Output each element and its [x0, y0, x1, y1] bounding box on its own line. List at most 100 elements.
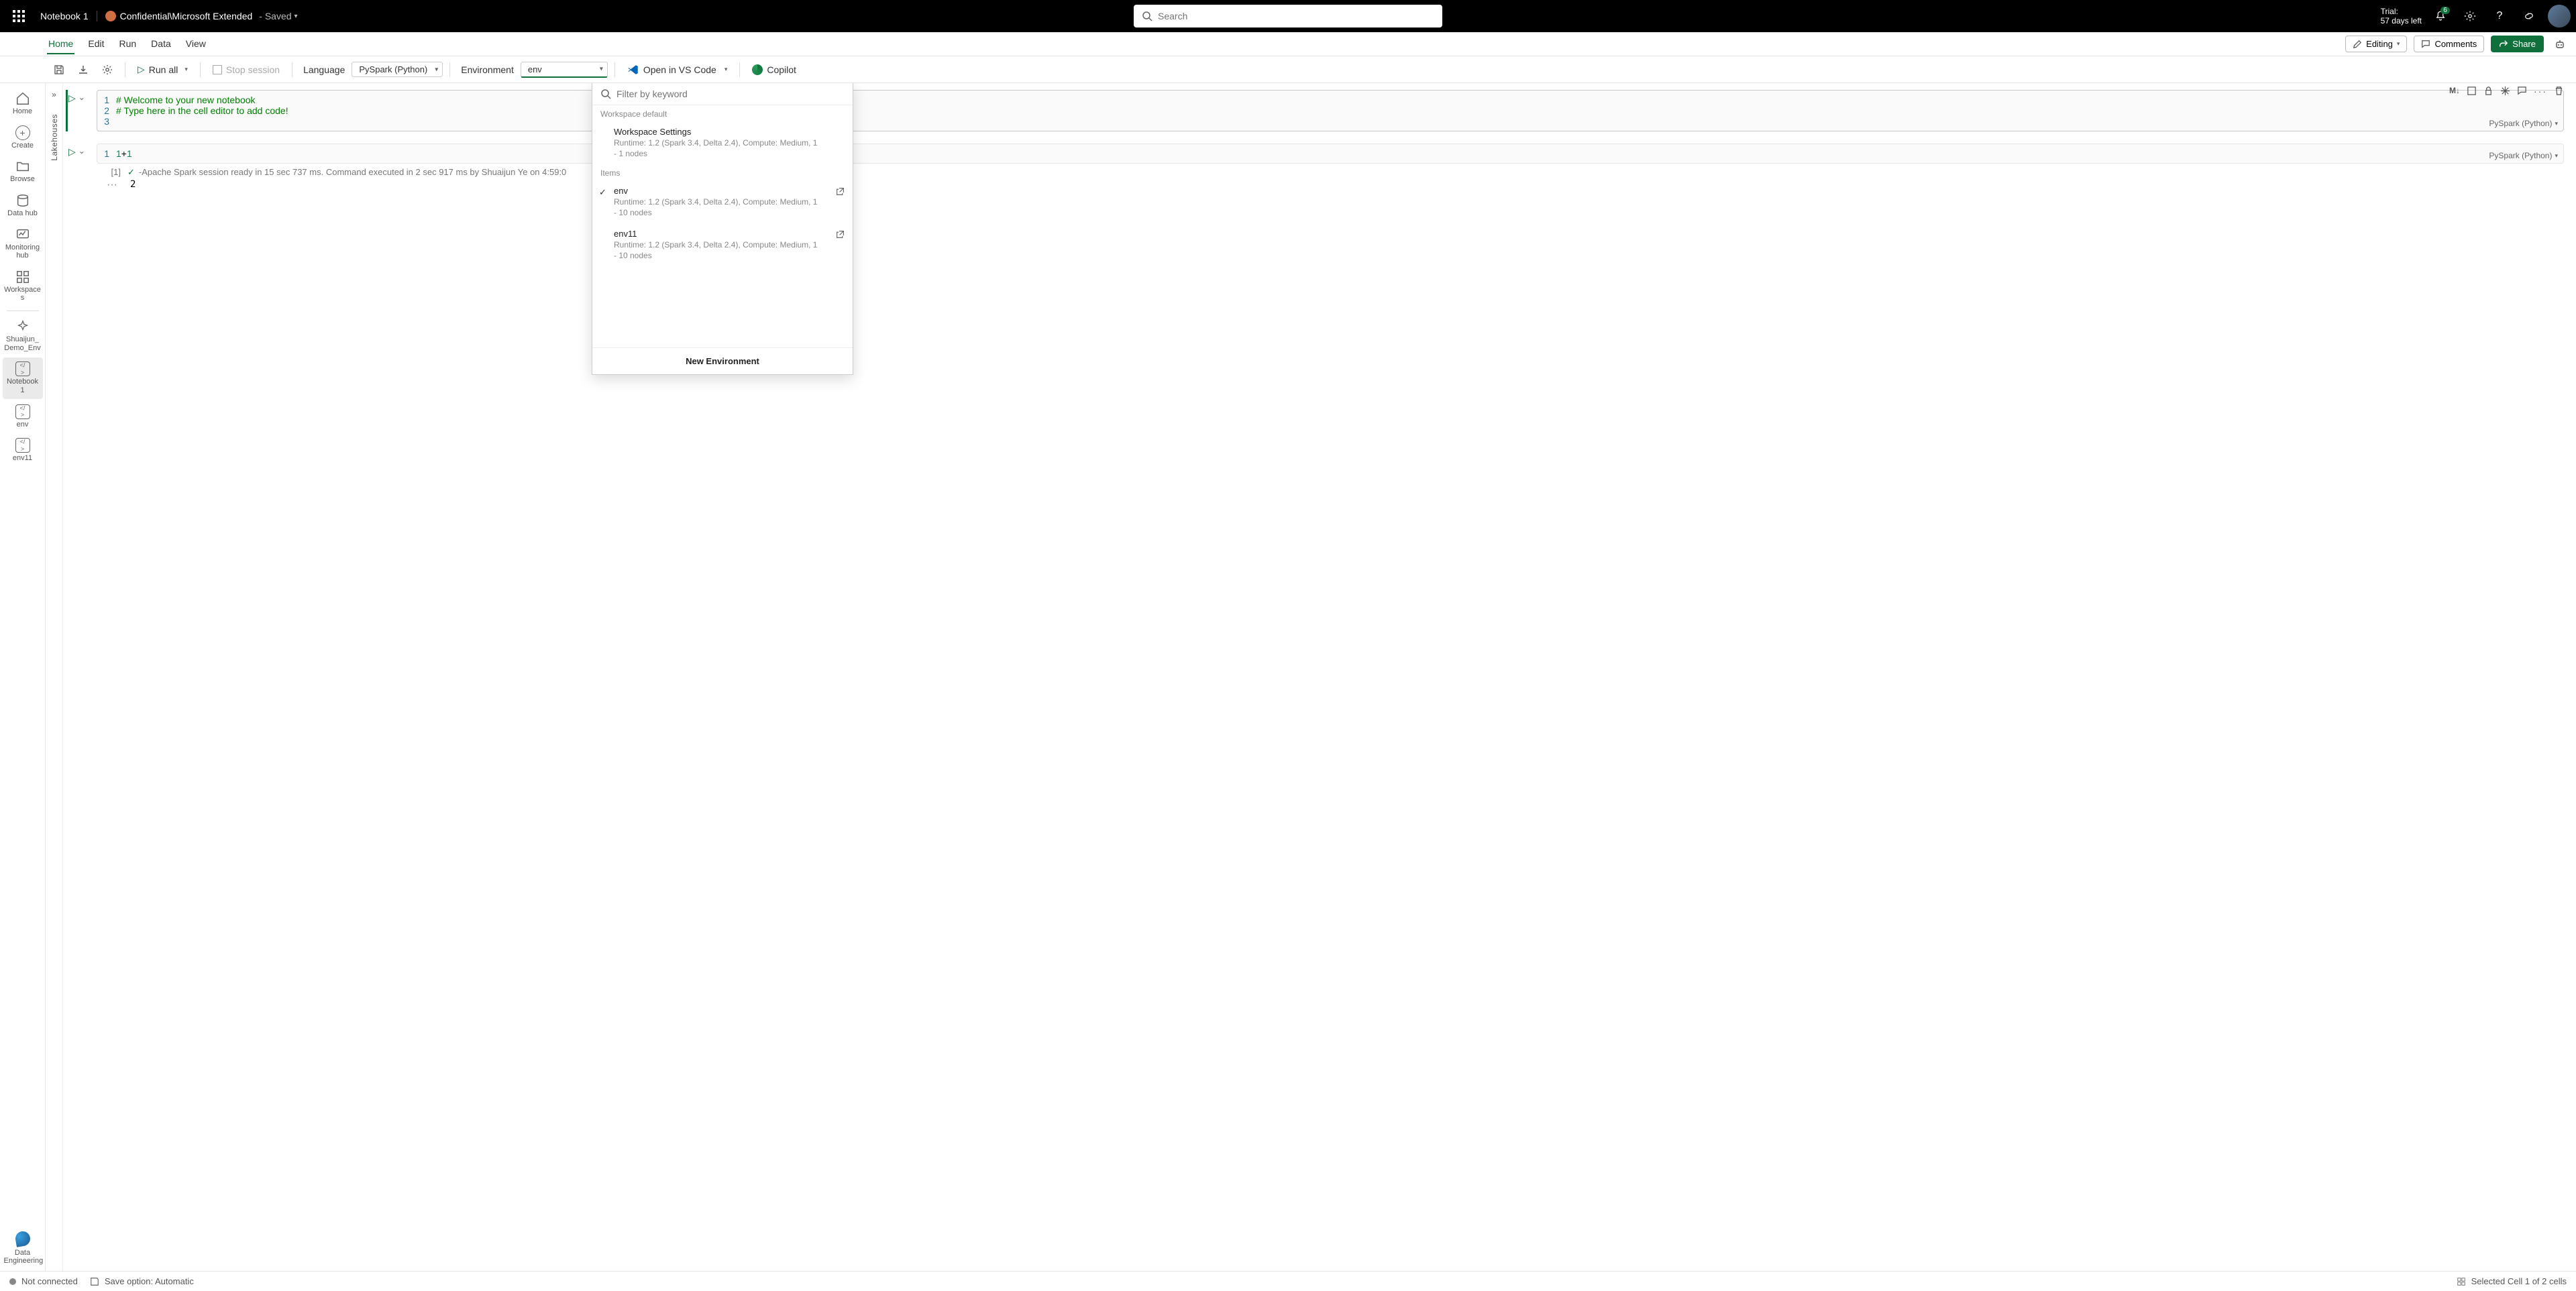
- feedback-button[interactable]: [2518, 5, 2540, 27]
- editing-mode-button[interactable]: Editing ▾: [2345, 36, 2407, 52]
- ribbon-tabs: Home Edit Run Data View: [47, 34, 207, 54]
- run-all-button[interactable]: ▷ Run all ▾: [132, 61, 193, 78]
- tab-run[interactable]: Run: [117, 34, 138, 54]
- cell-output: ··· 2: [97, 179, 2564, 191]
- search-input[interactable]: [1158, 11, 1434, 21]
- cell-editor[interactable]: 1# Welcome to your new notebook 2# Type …: [97, 90, 2564, 131]
- execution-count: [1]: [97, 167, 127, 178]
- app-launcher-button[interactable]: [5, 3, 32, 30]
- save-option-text: Save option: Automatic: [105, 1276, 194, 1286]
- copilot-button[interactable]: Copilot: [747, 62, 802, 78]
- language-label: Language: [303, 64, 345, 75]
- copilot-icon: [752, 64, 763, 75]
- waffle-icon: [13, 10, 25, 22]
- rail-browse[interactable]: Browse: [3, 155, 43, 188]
- cell-selection-info[interactable]: Selected Cell 1 of 2 cells: [2471, 1276, 2567, 1286]
- output-actions-button[interactable]: ···: [97, 179, 127, 191]
- connection-status[interactable]: Not connected: [9, 1276, 78, 1286]
- markdown-button[interactable]: M↓: [2449, 86, 2460, 97]
- rail-env11-label: env11: [13, 454, 32, 463]
- account-avatar[interactable]: [2548, 5, 2571, 27]
- editing-label: Editing: [2366, 39, 2393, 49]
- save-icon: [54, 64, 64, 75]
- cell-editor[interactable]: 11+1 PySpark (Python) ▾: [97, 144, 2564, 164]
- check-icon: ✓: [127, 167, 135, 178]
- new-environment-button[interactable]: New Environment: [592, 347, 853, 374]
- cell-language-selector[interactable]: PySpark (Python) ▾: [2489, 119, 2558, 128]
- separator: [200, 62, 201, 77]
- share-button[interactable]: Share: [2491, 36, 2544, 52]
- run-cell-button[interactable]: ▷: [68, 146, 76, 158]
- persona-label: Data Engineering: [4, 1249, 44, 1266]
- toolbar-settings-button[interactable]: [97, 62, 118, 78]
- rail-env[interactable]: env: [3, 400, 43, 433]
- rail-browse-label: Browse: [10, 175, 35, 184]
- trial-status[interactable]: Trial: 57 days left: [2381, 7, 2422, 26]
- rail-create[interactable]: + Create: [3, 121, 43, 154]
- env-option-env11[interactable]: env11 Runtime: 1.2 (Spark 3.4, Delta 2.4…: [592, 223, 853, 266]
- cell-menu-caret[interactable]: ⌄: [78, 146, 85, 156]
- env-option-workspace-settings[interactable]: Workspace Settings Runtime: 1.2 (Spark 3…: [592, 121, 853, 164]
- code-text: 1+1: [116, 148, 132, 159]
- open-vscode-button[interactable]: Open in VS Code ▾: [622, 61, 733, 78]
- comments-button[interactable]: Comments: [2414, 36, 2484, 52]
- notebook-title[interactable]: Notebook 1: [40, 11, 97, 21]
- cell-gutter: ▷ ⌄: [68, 144, 97, 191]
- search-box[interactable]: [1134, 5, 1442, 27]
- save-button[interactable]: [48, 62, 70, 78]
- tab-edit[interactable]: Edit: [87, 34, 105, 54]
- open-external-icon[interactable]: [836, 230, 845, 239]
- delete-cell-button[interactable]: [2554, 86, 2564, 97]
- chevron-down-icon: ▾: [2555, 152, 2558, 160]
- rail-monitoring[interactable]: Monitoring hub: [3, 223, 43, 264]
- environment-value: env: [528, 64, 542, 74]
- rail-workspaces[interactable]: Workspaces: [3, 266, 43, 306]
- cell-language-selector[interactable]: PySpark (Python) ▾: [2489, 151, 2558, 160]
- rail-home[interactable]: Home: [3, 87, 43, 120]
- env-option-title: env: [614, 186, 843, 196]
- notifications-button[interactable]: 6: [2430, 5, 2451, 27]
- ribbon-right: Editing ▾ Comments Share: [2345, 35, 2569, 54]
- rail-notebook1[interactable]: Notebook 1: [3, 357, 43, 398]
- freeze-cell-button[interactable]: [2500, 86, 2510, 97]
- save-icon: [90, 1277, 99, 1286]
- line-number: 1: [97, 148, 116, 159]
- save-option[interactable]: Save option: Automatic: [90, 1276, 194, 1286]
- more-cell-actions-button[interactable]: ···: [2534, 86, 2547, 97]
- expand-lakehouses-button[interactable]: »: [49, 87, 59, 102]
- copilot-panel-button[interactable]: [2551, 35, 2569, 54]
- comment-cell-button[interactable]: [2517, 86, 2527, 97]
- rail-env-label: env: [17, 420, 29, 429]
- output-value: 2: [127, 179, 136, 191]
- environment-dropdown[interactable]: env ▾: [521, 62, 608, 78]
- save-status[interactable]: - Saved ▾: [259, 11, 297, 21]
- rail-shuaijun-env[interactable]: Shuaijun_Demo_Env: [3, 315, 43, 356]
- env-option-env[interactable]: ✓ env Runtime: 1.2 (Spark 3.4, Delta 2.4…: [592, 180, 853, 223]
- tab-view[interactable]: View: [184, 34, 207, 54]
- language-value: PySpark (Python): [359, 64, 427, 74]
- download-button[interactable]: [72, 62, 94, 78]
- tab-data[interactable]: Data: [150, 34, 172, 54]
- gear-icon: [2464, 10, 2476, 22]
- convert-cell-button[interactable]: [2467, 86, 2477, 97]
- execution-status-text: -Apache Spark session ready in 15 sec 73…: [139, 167, 566, 178]
- language-dropdown[interactable]: PySpark (Python) ▾: [352, 62, 443, 77]
- env-icon: [15, 438, 30, 453]
- pencil-icon: [2353, 40, 2362, 49]
- environment-filter-input[interactable]: [616, 89, 845, 99]
- tab-home[interactable]: Home: [47, 34, 74, 54]
- help-button[interactable]: ?: [2489, 5, 2510, 27]
- cell-menu-caret[interactable]: ⌄: [78, 93, 85, 102]
- line-number: 3: [97, 116, 116, 127]
- settings-button[interactable]: [2459, 5, 2481, 27]
- sensitivity-label[interactable]: Confidential\Microsoft Extended: [105, 11, 253, 21]
- lock-cell-button[interactable]: [2483, 86, 2493, 97]
- rail-env11[interactable]: env11: [3, 434, 43, 467]
- open-external-icon[interactable]: [836, 187, 845, 196]
- chevron-down-icon: ▾: [184, 66, 188, 73]
- persona-switcher[interactable]: Data Engineering: [3, 1226, 43, 1271]
- stop-session-button[interactable]: Stop session: [207, 62, 285, 78]
- robot-icon: [2555, 39, 2565, 50]
- run-cell-button[interactable]: ▷: [68, 93, 76, 104]
- rail-datahub[interactable]: Data hub: [3, 189, 43, 222]
